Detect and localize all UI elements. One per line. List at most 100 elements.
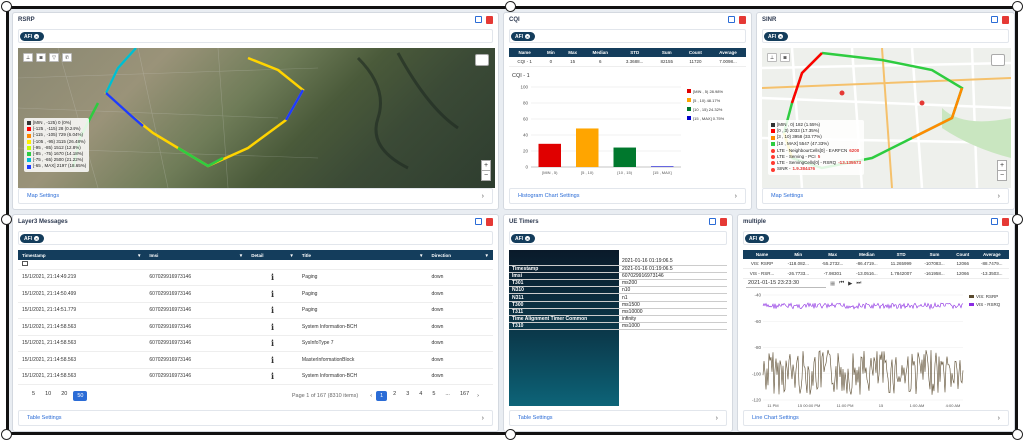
- column-header[interactable]: Median: [583, 48, 617, 57]
- column-header[interactable]: Detail ▼: [247, 250, 298, 260]
- filter-icon[interactable]: ▼: [419, 253, 423, 258]
- info-icon[interactable]: i: [271, 338, 274, 348]
- delete-icon[interactable]: [720, 218, 727, 226]
- info-icon[interactable]: i: [271, 355, 274, 365]
- resize-handle[interactable]: [1012, 429, 1023, 440]
- column-header[interactable]: Name: [509, 48, 541, 57]
- delete-icon[interactable]: [486, 16, 493, 24]
- ruler-icon[interactable]: ⟂: [767, 53, 777, 62]
- afi-chip[interactable]: AFI ×: [745, 234, 769, 243]
- step-back-button[interactable]: ⏮: [839, 280, 844, 287]
- play-button[interactable]: ▶: [848, 281, 852, 287]
- zoom-out-button[interactable]: −: [997, 170, 1007, 181]
- resize-handle[interactable]: [1, 429, 12, 440]
- page-button[interactable]: 167: [456, 391, 473, 401]
- phone-icon[interactable]: ✆: [62, 53, 72, 62]
- table-cell[interactable]: i: [247, 335, 298, 352]
- map-settings-footer[interactable]: Map Settings ›: [762, 188, 1009, 204]
- column-header[interactable]: Min: [540, 48, 562, 57]
- column-header[interactable]: Median: [849, 250, 885, 259]
- afi-chip[interactable]: AFI ×: [20, 234, 44, 243]
- column-header[interactable]: Title ▼: [297, 250, 428, 260]
- column-header[interactable]: Max: [815, 250, 850, 259]
- table-cell[interactable]: i: [247, 351, 298, 369]
- page-button[interactable]: 1: [376, 391, 388, 401]
- column-header[interactable]: Sum: [652, 48, 681, 57]
- calendar-icon[interactable]: [22, 260, 28, 266]
- table-row[interactable]: 15/1/2021, 21:14:58.563 607029916973146 i S…: [18, 335, 493, 352]
- column-header[interactable]: STD: [616, 48, 653, 57]
- step-forward-button[interactable]: ⏭: [856, 280, 861, 287]
- filter-icon[interactable]: ▽: [49, 53, 59, 62]
- ruler-icon[interactable]: ⟂: [23, 53, 33, 62]
- camera-icon[interactable]: ◙: [36, 53, 46, 62]
- column-header[interactable]: Count: [950, 250, 975, 259]
- delete-icon[interactable]: [486, 218, 493, 226]
- table-row[interactable]: 15/1/2021, 21:14:49.219 607029916973146 i P…: [18, 269, 493, 286]
- expand-icon[interactable]: [475, 218, 482, 225]
- next-page-button[interactable]: ›: [473, 393, 483, 399]
- delete-icon[interactable]: [739, 16, 746, 24]
- delete-icon[interactable]: [1002, 218, 1009, 226]
- rsrp-map[interactable]: ⟂ ◙ ▽ ✆ [MIN , -125) 0 (0%) [-125 , -115) 28…: [18, 48, 495, 188]
- layers-icon[interactable]: [991, 54, 1005, 66]
- histogram-settings-footer[interactable]: Histogram Chart Settings ›: [509, 188, 746, 204]
- column-header[interactable]: Timestamp ▼: [18, 250, 146, 260]
- page-size-option[interactable]: 20: [57, 391, 71, 401]
- filter-icon[interactable]: ▼: [137, 253, 141, 258]
- sinr-map[interactable]: ⟂ ◙ [MIN , 0) 182 (1.55%) [0 , 3) 2033 (17…: [762, 48, 1011, 188]
- table-row[interactable]: 15/1/2021, 21:14:58.563 607029916973146 i S…: [18, 318, 493, 336]
- table-cell[interactable]: i: [247, 269, 298, 286]
- filter-icon[interactable]: ▼: [485, 253, 489, 258]
- page-button[interactable]: ...: [441, 391, 454, 401]
- expand-icon[interactable]: [709, 218, 716, 225]
- column-header[interactable]: Max: [561, 48, 584, 57]
- prev-page-button[interactable]: ‹: [366, 393, 376, 399]
- column-header[interactable]: Average: [974, 250, 1009, 259]
- camera-icon[interactable]: ◙: [780, 53, 790, 62]
- info-icon[interactable]: i: [271, 305, 274, 315]
- afi-chip[interactable]: AFI ×: [511, 32, 535, 41]
- expand-icon[interactable]: [991, 16, 998, 23]
- info-icon[interactable]: i: [271, 371, 274, 381]
- page-button[interactable]: 2: [389, 391, 400, 401]
- zoom-out-button[interactable]: −: [481, 170, 491, 181]
- resize-handle[interactable]: [505, 1, 516, 12]
- column-header[interactable]: Min: [781, 250, 816, 259]
- info-icon[interactable]: i: [271, 272, 274, 282]
- info-icon[interactable]: i: [271, 322, 274, 332]
- resize-handle[interactable]: [1012, 214, 1023, 225]
- info-icon[interactable]: i: [271, 289, 274, 299]
- layers-icon[interactable]: [475, 54, 489, 66]
- table-row[interactable]: 15/1/2021, 21:14:58.563 607029916973146 i M…: [18, 351, 493, 369]
- table-cell[interactable]: i: [247, 318, 298, 336]
- resize-handle[interactable]: [1012, 1, 1023, 12]
- page-size-option[interactable]: 50: [73, 391, 88, 401]
- column-header[interactable]: Imsi ▼: [145, 250, 248, 260]
- expand-icon[interactable]: [475, 16, 482, 23]
- expand-icon[interactable]: [991, 218, 998, 225]
- resize-handle[interactable]: [1, 214, 12, 225]
- page-button[interactable]: 4: [415, 391, 426, 401]
- table-cell[interactable]: i: [247, 302, 298, 319]
- line-chart-settings-footer[interactable]: Line Chart Settings ›: [743, 410, 1009, 426]
- page-size-option[interactable]: 10: [41, 391, 55, 401]
- filter-icon[interactable]: ▼: [239, 253, 243, 258]
- column-header[interactable]: Sum: [918, 250, 951, 259]
- resize-handle[interactable]: [1, 1, 12, 12]
- expand-icon[interactable]: [728, 16, 735, 23]
- afi-chip[interactable]: AFI ×: [511, 234, 535, 243]
- time-input[interactable]: 2021-01-15 23:23:30: [746, 279, 826, 288]
- calendar-icon[interactable]: ▦: [830, 281, 835, 287]
- table-row[interactable]: 15/1/2021, 21:14:58.563 607029916973146 i S…: [18, 368, 493, 385]
- afi-chip[interactable]: AFI ×: [20, 32, 44, 41]
- table-row[interactable]: 15/1/2021, 21:14:50.499 607029916973146 i P…: [18, 285, 493, 303]
- table-cell[interactable]: i: [247, 285, 298, 303]
- column-header[interactable]: Average: [709, 48, 746, 57]
- column-header[interactable]: Direction ▼: [427, 250, 493, 260]
- map-settings-footer[interactable]: Map Settings ›: [18, 188, 493, 204]
- resize-handle[interactable]: [505, 429, 516, 440]
- table-cell[interactable]: i: [247, 368, 298, 385]
- page-button[interactable]: 3: [402, 391, 413, 401]
- delete-icon[interactable]: [1002, 16, 1009, 24]
